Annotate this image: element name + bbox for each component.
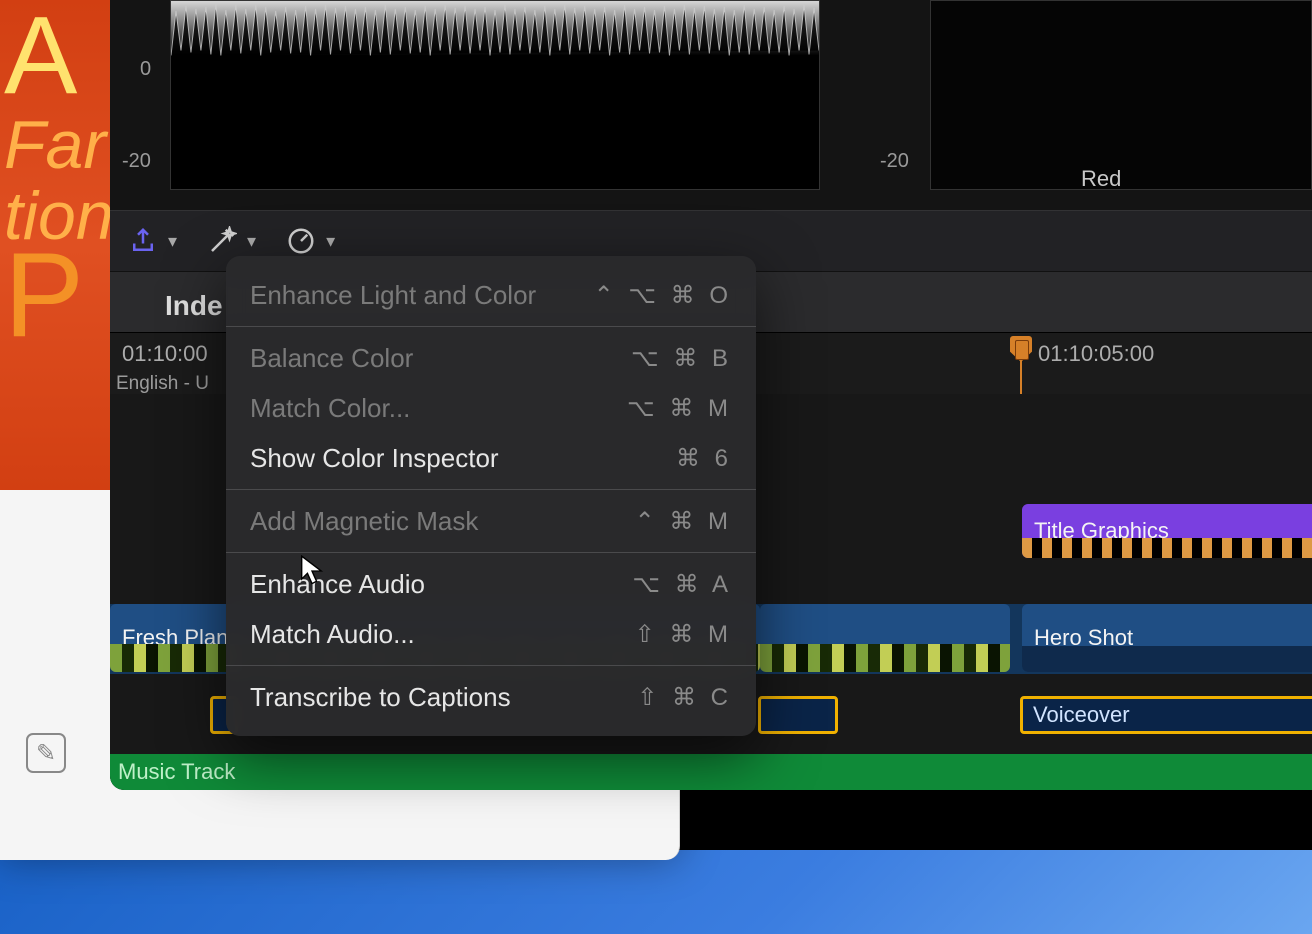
clip-film-strip: [1022, 538, 1312, 558]
menu-item-shortcut: ⌥ ⌘ A: [632, 570, 732, 599]
menu-item: Enhance Light and Color ⌃ ⌥ ⌘ O: [226, 270, 756, 320]
menu-item-label: Transcribe to Captions: [250, 682, 511, 713]
db-label-m20-right: -20: [880, 150, 909, 173]
clip-hero-shot[interactable]: Hero Shot: [1022, 604, 1312, 672]
clip-thumbnail-strip: [760, 644, 1010, 672]
menu-item-label: Match Color...: [250, 393, 410, 424]
db-label-m20-left: -20: [122, 150, 151, 173]
menu-separator: [226, 552, 756, 553]
menu-item-shortcut: ⌃ ⌘ M: [635, 507, 732, 536]
clip-label: Voiceover: [1033, 702, 1130, 728]
menu-separator: [226, 489, 756, 490]
clip-label: Music Track: [118, 759, 235, 785]
menu-item[interactable]: Show Color Inspector ⌘ 6: [226, 433, 756, 483]
menu-item-shortcut: ⌥ ⌘ M: [627, 394, 732, 423]
menu-item-label: Balance Color: [250, 343, 413, 374]
menu-item: Balance Color ⌥ ⌘ B: [226, 333, 756, 383]
menu-item-shortcut: ⌥ ⌘ B: [631, 344, 732, 373]
voiceover-segment[interactable]: [758, 696, 838, 734]
chevron-down-icon: ▾: [247, 231, 256, 252]
menu-separator: [226, 665, 756, 666]
timecode-label-left: 01:10:00: [122, 341, 208, 367]
menu-item-label: Add Magnetic Mask: [250, 506, 478, 537]
rgb-parade-scope[interactable]: Red: [930, 0, 1312, 190]
menu-item-shortcut: ⇧ ⌘ M: [635, 620, 732, 649]
enhance-menu-button[interactable]: ▾: [207, 226, 256, 256]
scopes-row: 0 -20 -20 Red: [110, 0, 1312, 210]
share-button[interactable]: ▾: [128, 226, 177, 256]
menu-separator: [226, 326, 756, 327]
enhance-dropdown-menu[interactable]: Enhance Light and Color ⌃ ⌥ ⌘ O Balance Co…: [226, 256, 756, 736]
magic-wand-icon: [207, 226, 237, 256]
background-artwork: A Far tion P: [0, 0, 110, 490]
desktop-wallpaper: [0, 850, 1312, 934]
clip-voiceover[interactable]: Voiceover: [1020, 696, 1312, 734]
menu-item-shortcut: ⇧ ⌘ C: [637, 683, 732, 712]
timecode-label-right: 01:10:05:00: [1038, 341, 1154, 367]
menu-item[interactable]: Enhance Audio ⌥ ⌘ A: [226, 559, 756, 609]
language-label: English - U: [116, 373, 209, 395]
luma-waveform-scope[interactable]: [170, 0, 820, 190]
menu-item-shortcut: ⌘ 6: [676, 444, 732, 473]
menu-item-label: Match Audio...: [250, 619, 415, 650]
share-icon: [128, 226, 158, 256]
menu-item: Match Color... ⌥ ⌘ M: [226, 383, 756, 433]
menu-item-label: Enhance Audio: [250, 569, 425, 600]
clip-music-track[interactable]: Music Track: [110, 754, 1312, 790]
menu-item: Add Magnetic Mask ⌃ ⌘ M: [226, 496, 756, 546]
menu-item-shortcut: ⌃ ⌥ ⌘ O: [594, 281, 732, 310]
scope-channel-label: Red: [1081, 166, 1121, 192]
index-button-label[interactable]: Inde: [165, 290, 223, 322]
pencil-tool-icon: ✎: [26, 733, 66, 773]
clip-title-graphics[interactable]: Title Graphics: [1022, 504, 1312, 558]
menu-item[interactable]: Match Audio... ⇧ ⌘ M: [226, 609, 756, 659]
retime-menu-button[interactable]: ▾: [286, 226, 335, 256]
menu-item-label: Show Color Inspector: [250, 443, 499, 474]
menu-item[interactable]: Transcribe to Captions ⇧ ⌘ C: [226, 672, 756, 722]
db-label-0: 0: [140, 58, 151, 81]
speedometer-icon: [286, 226, 316, 256]
clip-audio-strip: [1022, 646, 1312, 672]
chevron-down-icon: ▾: [168, 231, 177, 252]
clip-mid[interactable]: [760, 604, 1010, 672]
menu-item-label: Enhance Light and Color: [250, 280, 536, 311]
chevron-down-icon: ▾: [326, 231, 335, 252]
